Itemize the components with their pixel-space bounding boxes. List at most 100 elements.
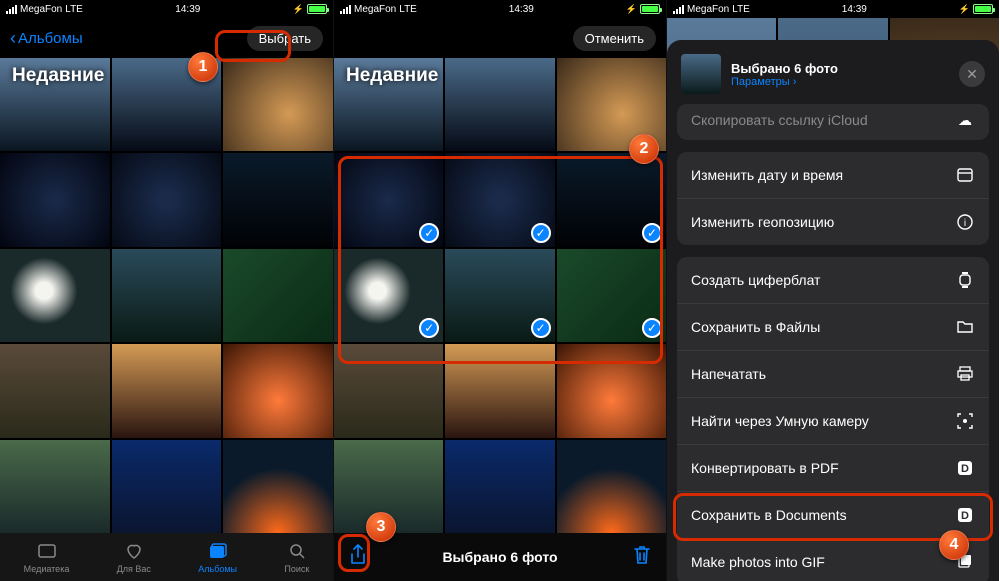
status-bar: MegaFon LTE 14:39 ⚡ [0,0,333,18]
net: LTE [732,4,750,15]
thumb[interactable]: ✓ [445,249,554,342]
action-edit-location[interactable]: Изменить геопозицию i [677,198,989,245]
scan-icon [955,411,975,431]
search-icon [286,540,308,562]
thumb[interactable] [0,153,110,246]
sheet-params-link[interactable]: Параметры › [731,76,838,88]
callout: 2 [629,134,659,164]
thumb[interactable]: ✓ [334,153,443,246]
screen-share-sheet: MegaFon LTE 14:39 ⚡ Выбрано 6 фото Парам… [666,0,999,581]
thumb[interactable] [557,344,666,437]
battery-icon [973,4,993,14]
action-edit-date[interactable]: Изменить дату и время [677,152,989,198]
tab-bar: Медиатека Для Вас Альбомы Поиск [0,533,333,581]
thumb[interactable]: ✓ [557,153,666,246]
action-label: Найти через Умную камеру [691,413,869,429]
action-watchface[interactable]: Создать циферблат [677,257,989,303]
cancel-button[interactable]: Отменить [573,26,656,51]
folder-icon [955,317,975,337]
trash-button[interactable] [632,544,652,571]
thumb[interactable] [0,249,110,342]
thumb[interactable] [112,249,222,342]
info-icon: i [955,212,975,232]
documents-d-icon: D [955,458,975,478]
thumb[interactable] [445,344,554,437]
action-label: Создать циферблат [691,272,820,288]
share-button[interactable] [348,544,368,571]
charging-icon: ⚡ [293,4,304,15]
tab-library[interactable]: Медиатека [24,540,70,574]
action-label: Изменить геопозицию [691,214,834,230]
sheet-title: Выбрано 6 фото [731,61,838,76]
thumb[interactable] [223,153,333,246]
thumb[interactable] [112,440,222,533]
thumb[interactable] [223,58,333,151]
thumb[interactable] [223,344,333,437]
carrier: MegaFon [354,4,396,15]
tab-search[interactable]: Поиск [284,540,309,574]
tab-albums[interactable]: Альбомы [198,540,237,574]
photo-grid[interactable]: ✓ ✓ ✓ ✓ ✓ ✓ [334,58,666,533]
documents-d-icon: D [955,505,975,525]
thumb[interactable] [557,440,666,533]
back-label: Альбомы [18,30,83,47]
thumb[interactable]: ✓ [557,249,666,342]
tab-label: Поиск [284,564,309,574]
tab-label: Альбомы [198,564,237,574]
action-smart-camera[interactable]: Найти через Умную камеру [677,397,989,444]
thumb[interactable] [112,153,222,246]
thumb[interactable] [112,344,222,437]
action-save-files[interactable]: Сохранить в Файлы [677,303,989,350]
thumb[interactable] [445,440,554,533]
check-icon: ✓ [419,318,439,338]
thumb[interactable] [223,249,333,342]
action-label: Конвертировать в PDF [691,460,839,476]
close-button[interactable]: ✕ [959,61,985,87]
action-label: Make photos into GIF [691,554,825,570]
callout: 3 [366,512,396,542]
check-icon: ✓ [531,223,551,243]
back-button[interactable]: ‹ Альбомы [10,28,83,49]
signal-icon [673,5,684,14]
thumb[interactable]: ✓ [445,153,554,246]
chevron-left-icon: ‹ [10,28,16,49]
clock: 14:39 [509,4,534,15]
svg-text:D: D [961,510,969,522]
check-icon: ✓ [419,223,439,243]
page-title: Недавние [346,65,438,87]
library-icon [36,540,58,562]
action-convert-pdf[interactable]: Конвертировать в PDF D [677,444,989,491]
cloud-icon: ☁︎ [955,110,975,130]
battery-icon [307,4,327,14]
action-icloud-link[interactable]: Скопировать ссылку iCloud ☁︎ [677,104,989,140]
carrier: MegaFon [20,4,62,15]
callout: 1 [188,52,218,82]
thumb[interactable] [0,440,110,533]
charging-icon: ⚡ [959,4,970,15]
check-icon: ✓ [531,318,551,338]
photo-grid[interactable] [0,58,333,533]
nav-bar: ‹ Альбомы Выбрать [0,18,333,58]
action-save-documents[interactable]: Сохранить в Documents D [677,491,989,538]
action-print[interactable]: Напечатать [677,350,989,397]
heart-icon [123,540,145,562]
printer-icon [955,364,975,384]
svg-text:D: D [961,463,969,475]
calendar-icon [955,165,975,185]
sheet-thumbnail [681,54,721,94]
select-button[interactable]: Выбрать [247,26,323,51]
sheet-header: Выбрано 6 фото Параметры › ✕ [667,50,999,106]
watch-icon [955,270,975,290]
signal-icon [340,5,351,14]
action-label: Скопировать ссылку iCloud [691,112,868,128]
clock: 14:39 [842,4,867,15]
thumb[interactable]: ✓ [334,249,443,342]
thumb[interactable] [223,440,333,533]
signal-icon [6,5,17,14]
thumb[interactable] [445,58,554,151]
thumb[interactable] [0,344,110,437]
share-sheet: Выбрано 6 фото Параметры › ✕ Скопировать… [667,40,999,581]
tab-foryou[interactable]: Для Вас [117,540,151,574]
thumb[interactable] [334,344,443,437]
action-label: Напечатать [691,366,766,382]
